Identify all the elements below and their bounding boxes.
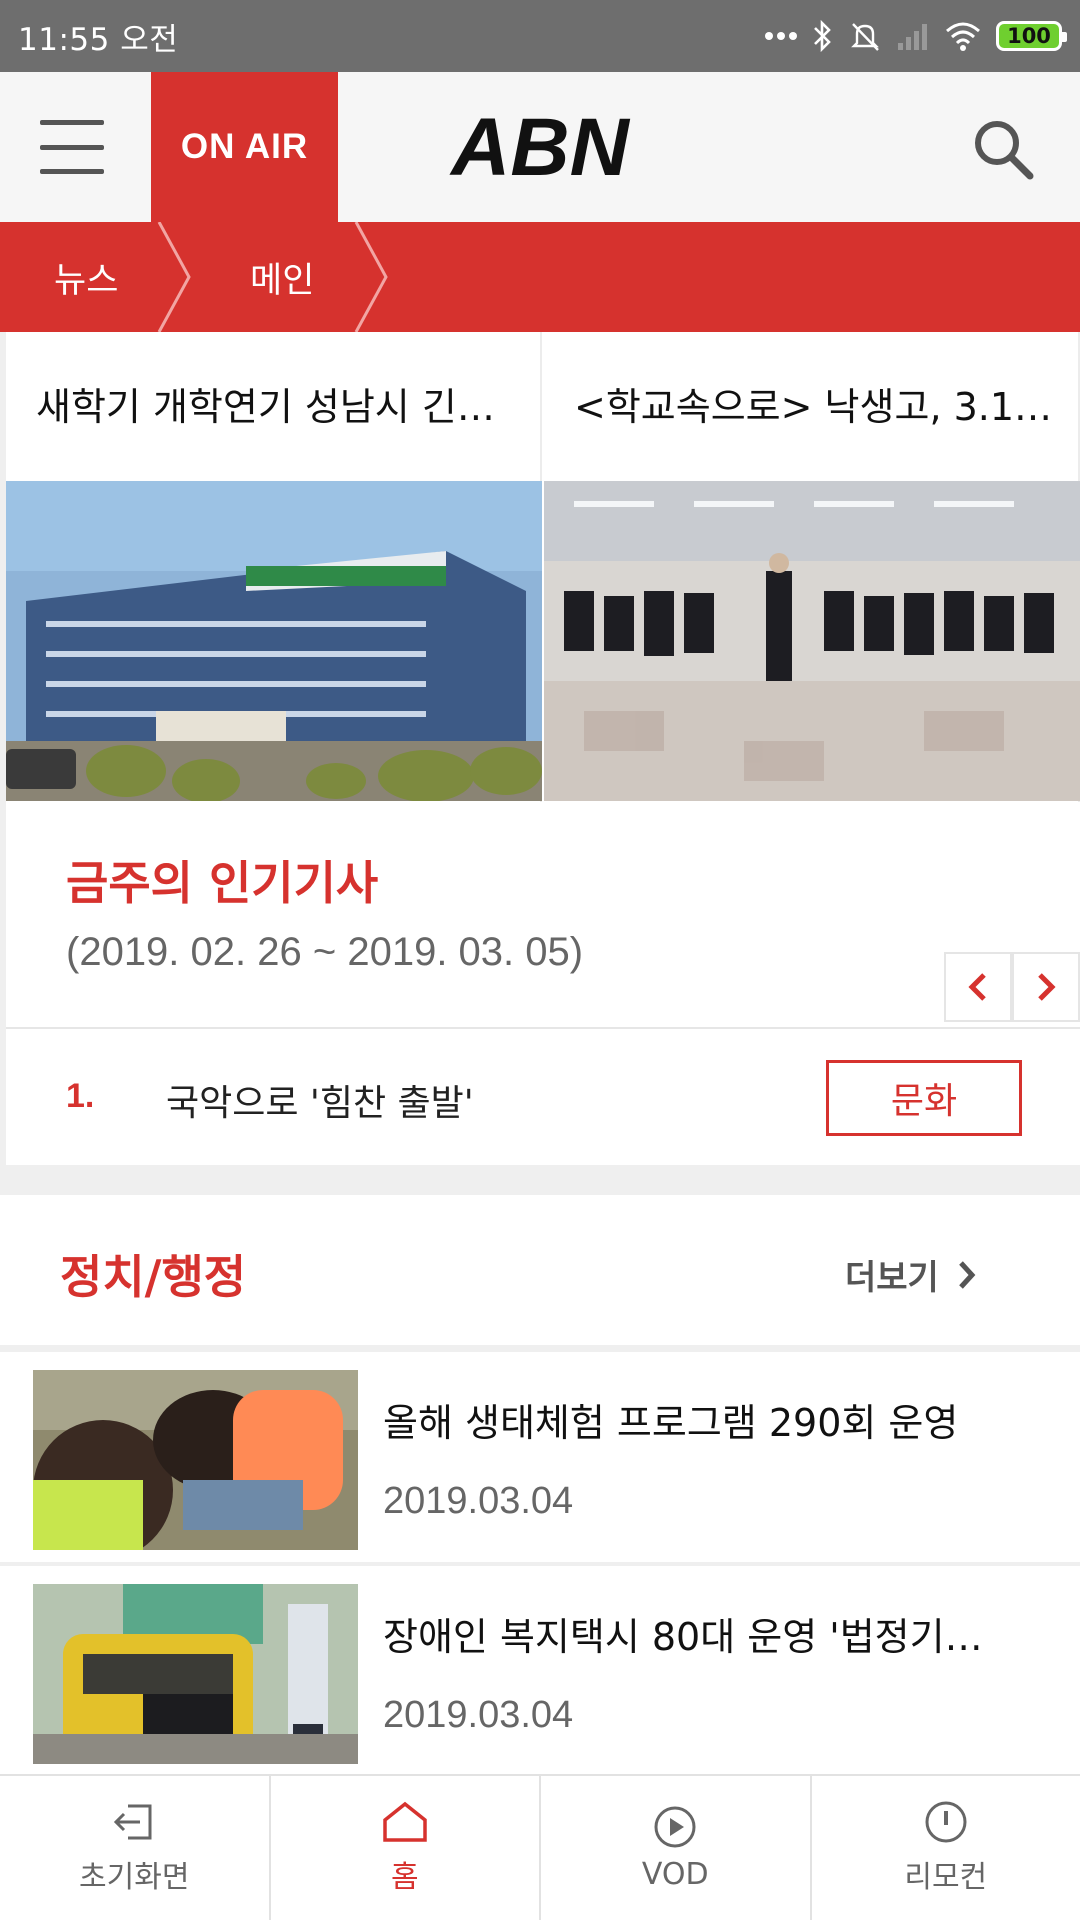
news-date: 2019.03.04	[383, 1480, 574, 1522]
play-icon	[654, 1806, 696, 1847]
news-thumbnail	[33, 1370, 358, 1550]
nav-label: VOD	[641, 1856, 709, 1892]
popular-date-range: (2019. 02. 26 ~ 2019. 03. 05)	[66, 930, 584, 974]
popular-title: 금주의 인기기사	[66, 856, 379, 910]
chevron-right-icon	[959, 1260, 976, 1289]
nav-label: 초기화면	[79, 1860, 190, 1895]
nav-item-vod[interactable]: VOD	[541, 1776, 812, 1920]
breadcrumb: 뉴스 메인	[0, 222, 1080, 332]
news-list-item[interactable]: 올해 생태체험 프로그램 290회 운영 2019.03.04	[0, 1352, 1080, 1562]
battery-level: 100	[1007, 24, 1051, 48]
news-date: 2019.03.04	[383, 1694, 574, 1736]
abn-logo[interactable]: ABN	[430, 107, 650, 187]
battery-icon: 100	[996, 21, 1067, 51]
featured-card[interactable]: 새학기 개학연기 성남시 긴급 대책	[6, 332, 542, 802]
bluetooth-icon	[814, 19, 831, 53]
menu-icon-bar	[40, 120, 104, 125]
news-title: 올해 생태체험 프로그램 290회 운영	[383, 1401, 959, 1445]
featured-card[interactable]: <학교속으로> 낙생고, 3.1절 기념 공연	[544, 332, 1080, 802]
divider	[6, 1027, 1080, 1029]
bottom-nav: 초기화면 홈 VOD 리모컨	[0, 1774, 1080, 1920]
section-header: 정치/행정 더보기	[0, 1195, 1080, 1345]
menu-button[interactable]	[40, 120, 104, 174]
breadcrumb-chevron-icon	[354, 222, 388, 332]
nav-item-home-screen[interactable]: 초기화면	[0, 1776, 271, 1920]
nav-label: 리모컨	[904, 1860, 988, 1895]
chevron-left-icon	[968, 973, 986, 1001]
logo-text: ABN	[449, 107, 630, 187]
popular-rank: 1.	[66, 1077, 95, 1115]
status-icons: 100	[764, 19, 1067, 53]
prev-button[interactable]	[944, 952, 1012, 1022]
breadcrumb-chevron-icon	[157, 222, 191, 332]
exit-icon	[114, 1804, 152, 1840]
menu-icon-bar	[40, 144, 104, 150]
breadcrumb-item-news[interactable]: 뉴스	[54, 222, 118, 332]
featured-card-title: 새학기 개학연기 성남시 긴급 대책	[36, 385, 516, 429]
more-dots-icon	[765, 32, 797, 40]
power-icon	[925, 1801, 967, 1843]
news-title: 장애인 복지택시 80대 운영 '법정기준 충족'	[383, 1615, 983, 1659]
nav-item-remote[interactable]: 리모컨	[812, 1776, 1080, 1920]
wifi-icon	[946, 22, 980, 51]
nav-item-home[interactable]: 홈	[271, 1776, 541, 1920]
status-time: 11:55 오전	[18, 21, 179, 58]
featured-card-image	[544, 481, 1080, 801]
category-tag[interactable]: 문화	[826, 1060, 1022, 1136]
news-list-item[interactable]: 장애인 복지택시 80대 운영 '법정기준 충족' 2019.03.04	[0, 1566, 1080, 1776]
menu-icon-bar	[40, 169, 104, 174]
chevron-right-icon	[1038, 973, 1056, 1001]
signal-icon	[898, 24, 927, 50]
more-link[interactable]: 더보기	[845, 1250, 977, 1299]
featured-section: 새학기 개학연기 성남시 긴급 대책 <학교속으로> 낙생고, 3.1절	[6, 332, 1080, 1165]
more-label: 더보기	[845, 1258, 939, 1298]
search-icon[interactable]	[970, 116, 1036, 182]
next-button[interactable]	[1012, 952, 1080, 1022]
status-bar: 11:55 오전 100	[0, 0, 1080, 72]
section-title: 정치/행정	[60, 1250, 247, 1304]
mute-bell-icon	[851, 23, 879, 51]
featured-card-title: <학교속으로> 낙생고, 3.1절 기념 공연	[574, 385, 1054, 429]
featured-card-image	[6, 481, 542, 801]
home-icon	[383, 1801, 427, 1842]
on-air-button[interactable]: ON AIR	[151, 72, 338, 222]
app-header: ON AIR ABN	[0, 72, 1080, 222]
news-thumbnail	[33, 1584, 358, 1764]
popular-article-title[interactable]: 국악으로 '힘찬 출발'	[166, 1074, 474, 1126]
nav-label: 홈	[390, 1860, 419, 1895]
breadcrumb-item-main[interactable]: 메인	[250, 222, 314, 332]
